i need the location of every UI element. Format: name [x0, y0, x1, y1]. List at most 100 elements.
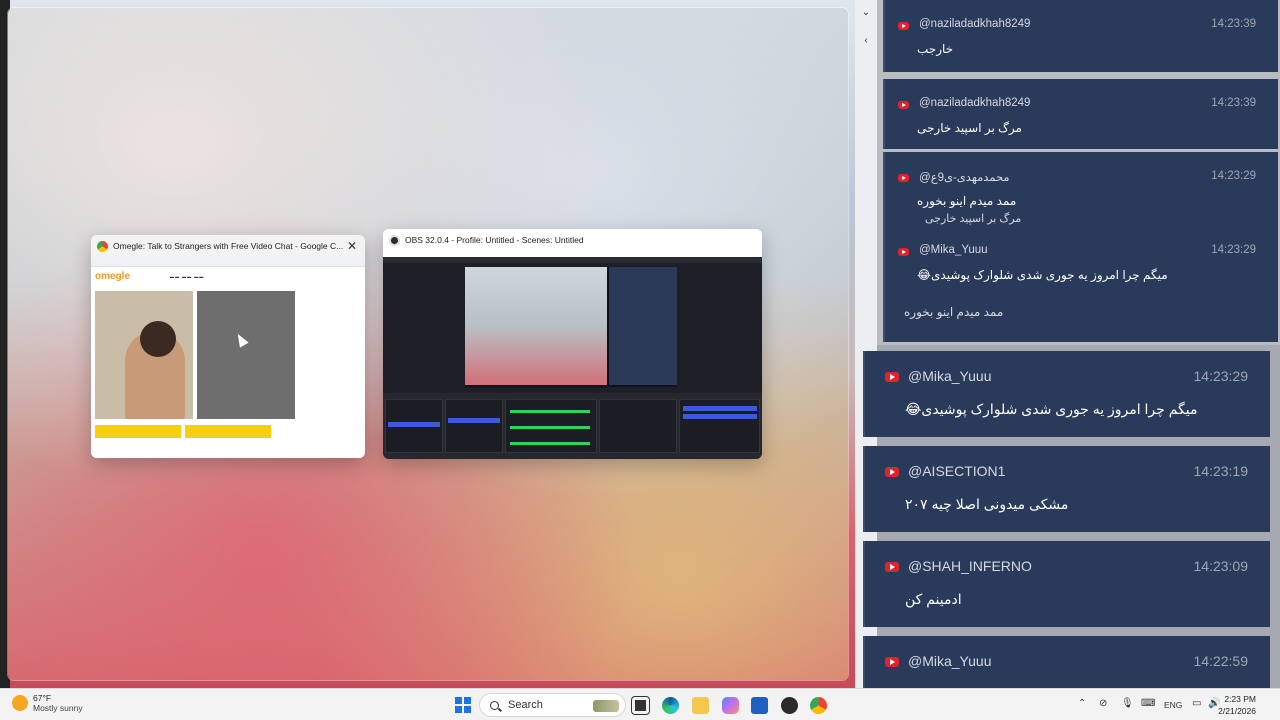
omegle-start-button — [95, 425, 181, 438]
obs-preview-chat — [609, 267, 677, 385]
microphone-icon[interactable]: 🎙 — [1121, 698, 1134, 709]
obs-transitions-dock — [599, 399, 677, 453]
chat-message: @Mika_Yuuu 14:22:59 — [863, 636, 1270, 688]
chat-timestamp: 14:23:29 — [1211, 170, 1256, 182]
obs-icon[interactable] — [781, 697, 798, 714]
chrome-thumbnail-titlebar: Omegle: Talk to Strangers with Free Vide… — [91, 235, 365, 257]
self-video-preview — [95, 291, 193, 419]
chat-message: @Mika_Yuuu 14:23:29 میگم چرا امروز یه جو… — [883, 226, 1278, 342]
chat-timestamp: 14:23:29 — [1211, 244, 1256, 256]
obs-thumbnail-titlebar: OBS 32.0.4 - Profile: Untitled - Scenes:… — [383, 229, 762, 251]
start-button[interactable] — [455, 697, 471, 713]
clock-date: 2/21/2026 — [1218, 706, 1256, 716]
search-icon — [490, 700, 499, 710]
chat-timestamp: 14:23:29 — [1193, 368, 1249, 384]
youtube-icon — [885, 372, 899, 382]
chat-timestamp: 14:23:39 — [1211, 97, 1256, 109]
obs-menubar — [383, 257, 762, 263]
chat-ghost-text: ممد میدم اینو بخوره — [904, 305, 1004, 319]
chat-username: @naziladadkhah8249 — [919, 18, 1031, 30]
chevron-down-icon[interactable]: ⌄ — [859, 6, 873, 20]
youtube-icon — [898, 248, 909, 256]
obs-sources-dock — [445, 399, 503, 453]
desktop-background: Omegle: Talk to Strangers with Free Vide… — [0, 0, 855, 688]
weather-condition: Mostly sunny — [33, 703, 83, 713]
chat-timestamp: 14:23:09 — [1193, 558, 1249, 574]
weather-temperature: 67°F — [33, 693, 52, 703]
chat-message: @naziladadkhah8249 14:23:39 مرگ بر اسپید… — [883, 79, 1278, 149]
chat-ghost-text: مرگ بر اسپید خارجی — [925, 213, 1022, 225]
edge-icon[interactable] — [662, 697, 679, 714]
system-clock[interactable]: 2:23 PM 2/21/2026 — [1218, 693, 1256, 717]
taskbar-search[interactable]: Search — [479, 693, 626, 717]
obs-source-selected — [448, 418, 500, 423]
obs-scenes-dock — [385, 399, 443, 453]
chrome-window-title: Omegle: Talk to Strangers with Free Vide… — [113, 241, 344, 251]
browser-toolbar — [91, 257, 365, 267]
copilot-icon[interactable] — [722, 697, 739, 714]
omegle-logo: omegle — [95, 270, 131, 282]
youtube-icon — [898, 22, 909, 30]
audio-meter — [510, 410, 590, 413]
network-off-icon[interactable]: ⊘ — [1099, 698, 1107, 709]
windows-logo-pane — [455, 697, 462, 704]
store-icon[interactable] — [751, 697, 768, 714]
close-icon[interactable]: ✕ — [345, 239, 359, 253]
obs-start-recording — [683, 414, 757, 419]
chat-overlay-panel: ⌄ ‹ @naziladadkhah8249 14:23:39 خارجب @n… — [855, 0, 1280, 688]
chrome-window-thumbnail[interactable]: Omegle: Talk to Strangers with Free Vide… — [91, 235, 365, 458]
chat-username: @naziladadkhah8249 — [919, 97, 1031, 109]
chat-timestamp: 14:23:19 — [1193, 463, 1249, 479]
chat-timestamp: 14:22:59 — [1193, 653, 1249, 669]
chat-text: مشکی میدونی اصلا چیه ۲۰۷ — [905, 496, 1069, 512]
obs-icon — [389, 234, 400, 246]
windows-logo-pane — [464, 697, 471, 704]
chrome-icon — [97, 240, 108, 252]
folder-icon[interactable] — [692, 697, 709, 714]
back-arrow-icon[interactable]: ‹ — [859, 34, 873, 48]
obs-page-preview — [383, 257, 762, 459]
keyboard-icon[interactable]: ⌨ — [1141, 698, 1155, 709]
chat-text: میگم چرا امروز یه جوری شدی شلوارک پوشیدی… — [917, 268, 1168, 282]
audio-meter — [510, 442, 590, 445]
obs-window-title: OBS 32.0.4 - Profile: Untitled - Scenes:… — [405, 235, 584, 245]
weather-widget[interactable]: 67°F Mostly sunny — [12, 693, 83, 713]
chrome-icon[interactable] — [810, 697, 827, 714]
language-indicator[interactable]: ENG — [1164, 700, 1182, 710]
obs-start-streaming — [683, 406, 757, 411]
show-hidden-icons-icon[interactable]: ⌃ — [1078, 698, 1086, 709]
omegle-header: omegle ▬▬ ▬▬ ▬▬ — [91, 267, 365, 285]
task-view-icon[interactable] — [631, 696, 650, 715]
chat-username: @محمدمهدی-ی9ع — [919, 172, 1010, 184]
clock-time: 2:23 PM — [1224, 694, 1256, 704]
chat-text: میگم چرا امروز یه جوری شدی شلوارک پوشیدی… — [905, 401, 1198, 417]
chat-username: @Mika_Yuuu — [908, 368, 992, 384]
omegle-nav: ▬▬ ▬▬ ▬▬ — [170, 273, 205, 279]
obs-controls-dock — [679, 399, 760, 453]
windows-logo-pane — [464, 706, 471, 713]
stranger-video-preview — [197, 291, 295, 419]
chat-message: @AISECTION1 14:23:19 مشکی میدونی اصلا چی… — [863, 446, 1270, 532]
youtube-icon — [898, 174, 909, 182]
taskbar: 67°F Mostly sunny Search ⌃ ⊘ 🎙 ⌨ ENG ▭ 🔊… — [0, 688, 1280, 720]
omegle-page-preview: omegle ▬▬ ▬▬ ▬▬ — [91, 257, 365, 458]
obs-window-thumbnail[interactable]: OBS 32.0.4 - Profile: Untitled - Scenes:… — [383, 229, 762, 459]
chat-text: ممد میدم اینو بخوره — [917, 194, 1017, 208]
chat-username: @SHAH_INFERNO — [908, 558, 1032, 574]
embedded-chat-preview: @naziladadkhah8249 14:23:39 خارجب @nazil… — [877, 0, 1280, 345]
chat-text: خارجب — [917, 42, 954, 56]
display-icon[interactable]: ▭ — [1192, 698, 1201, 709]
chat-text: ادمینم کن — [905, 591, 962, 607]
chat-text: مرگ بر اسپید خارجی — [917, 121, 1022, 135]
chat-message: @Mika_Yuuu 14:23:29 میگم چرا امروز یه جو… — [863, 351, 1270, 437]
youtube-icon — [898, 101, 909, 109]
obs-audio-mixer — [505, 399, 597, 453]
windows-logo-pane — [455, 706, 462, 713]
youtube-icon — [885, 562, 899, 572]
audio-meter — [510, 426, 590, 429]
obs-scene-selected — [388, 422, 440, 427]
chat-username: @AISECTION1 — [908, 463, 1006, 479]
omegle-next-button — [185, 425, 271, 438]
search-highlight-icon — [593, 700, 619, 712]
person-head — [140, 321, 176, 357]
